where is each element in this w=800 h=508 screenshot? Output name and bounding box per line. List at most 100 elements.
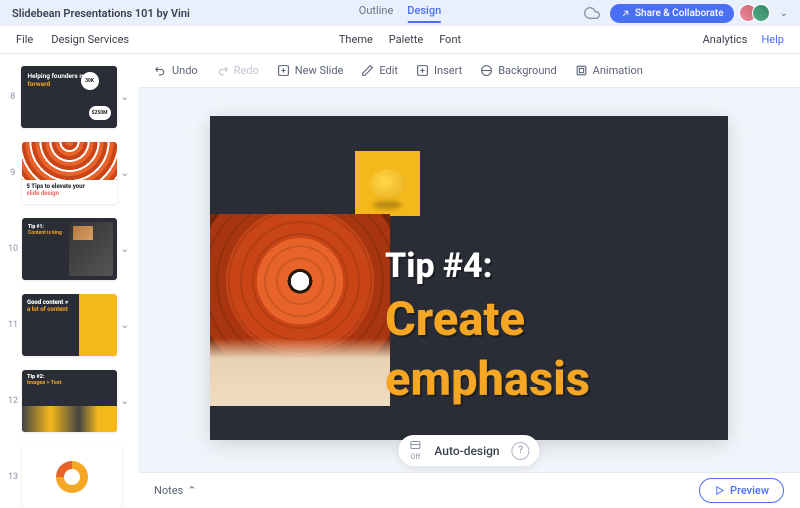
- thumb-image: [22, 142, 117, 180]
- undo-button[interactable]: Undo: [154, 64, 198, 77]
- thumb-text: Good content ≠a lot of content: [22, 294, 79, 356]
- menu-analytics[interactable]: Analytics: [703, 33, 748, 46]
- cloud-sync-icon[interactable]: [584, 5, 600, 21]
- menu-bar: File Design Services Theme Palette Font …: [0, 26, 800, 54]
- menu-file[interactable]: File: [16, 33, 33, 46]
- chevron-down-icon[interactable]: ⌄: [121, 168, 131, 179]
- menu-design-services[interactable]: Design Services: [51, 33, 129, 46]
- slide-thumb-12[interactable]: 12 Tip #2:Images > Text ⌄: [8, 370, 130, 432]
- thumb-chart: [56, 461, 88, 493]
- pencil-icon: [361, 64, 374, 77]
- menu-right-group: Analytics Help: [703, 33, 784, 46]
- slide-text-block[interactable]: Tip #4: Create emphasis: [385, 246, 590, 405]
- notes-label: Notes: [154, 484, 183, 497]
- insert-button[interactable]: Insert: [416, 64, 462, 77]
- menu-help[interactable]: Help: [761, 33, 784, 46]
- tab-design[interactable]: Design: [407, 4, 441, 23]
- collaborator-avatars[interactable]: [744, 4, 770, 22]
- slide-canvas[interactable]: Tip #4: Create emphasis Off Auto-design …: [138, 88, 800, 508]
- animation-button[interactable]: Animation: [575, 64, 643, 77]
- chevron-down-icon[interactable]: ⌄: [121, 396, 130, 407]
- auto-design-toggle[interactable]: Off: [408, 440, 422, 461]
- top-bar: Slidebean Presentations 101 by Vini Outl…: [0, 0, 800, 26]
- slide-thumb-13[interactable]: 13: [8, 446, 130, 508]
- slide-number: 10: [8, 244, 18, 254]
- thumb-image: [22, 406, 117, 432]
- thumb-card: Good content ≠a lot of content: [22, 294, 117, 356]
- layout-icon: [408, 440, 422, 452]
- canvas-area: Undo Redo New Slide Edit Insert Backgrou…: [138, 54, 800, 508]
- menu-palette[interactable]: Palette: [389, 33, 423, 46]
- thumb-badge: $250M: [89, 106, 111, 120]
- editor-toolbar: Undo Redo New Slide Edit Insert Backgrou…: [138, 54, 800, 88]
- tool-label: Redo: [234, 64, 259, 77]
- chevron-down-icon[interactable]: ⌄: [121, 320, 130, 331]
- slide-sidebar[interactable]: 8 Helping founders move forward 30K $250…: [0, 54, 138, 508]
- slide-thumb-10[interactable]: 10 Tip #1:Content is king ⌄: [8, 218, 130, 280]
- help-icon[interactable]: ?: [512, 442, 530, 460]
- slide-image-tunnel[interactable]: [210, 214, 390, 406]
- thumb-card: Tip #2:Images > Text: [22, 370, 117, 432]
- share-icon: [620, 8, 631, 19]
- thumb-card: [22, 446, 122, 508]
- avatar: [752, 4, 770, 22]
- tool-label: Undo: [172, 64, 198, 77]
- slide-number: 9: [8, 168, 18, 178]
- background-icon: [480, 64, 493, 77]
- thumb-text: 5 Tips to elevate yourslide design: [22, 180, 117, 200]
- background-button[interactable]: Background: [480, 64, 556, 77]
- main-area: 8 Helping founders move forward 30K $250…: [0, 54, 800, 508]
- undo-icon: [154, 64, 167, 77]
- menu-left-group: File Design Services: [16, 33, 129, 46]
- share-label: Share & Collaborate: [635, 8, 724, 19]
- edit-button[interactable]: Edit: [361, 64, 398, 77]
- chevron-down-icon[interactable]: ⌄: [121, 244, 130, 255]
- menu-font[interactable]: Font: [439, 33, 461, 46]
- insert-icon: [416, 64, 429, 77]
- animation-icon: [575, 64, 588, 77]
- slide-thumb-9[interactable]: 9 5 Tips to elevate yourslide design ⌄: [8, 142, 130, 204]
- bottom-bar: Notes ⌃ Preview: [138, 472, 800, 508]
- thumb-badge: 30K: [81, 72, 99, 90]
- lemon-image: [370, 169, 406, 199]
- slide-thumb-8[interactable]: 8 Helping founders move forward 30K $250…: [8, 66, 130, 128]
- chevron-down-icon[interactable]: ⌄: [121, 92, 130, 103]
- tool-label: Insert: [434, 64, 462, 77]
- slide-number: 11: [8, 320, 18, 330]
- menu-theme[interactable]: Theme: [339, 33, 373, 46]
- thumb-card: 5 Tips to elevate yourslide design: [22, 142, 117, 204]
- share-button[interactable]: Share & Collaborate: [610, 4, 734, 23]
- auto-design-label[interactable]: Auto-design: [434, 444, 499, 458]
- chevron-up-icon: ⌃: [187, 484, 196, 497]
- tab-outline[interactable]: Outline: [359, 4, 394, 23]
- slide-thumb-11[interactable]: 11 Good content ≠a lot of content ⌄: [8, 294, 130, 356]
- thumb-card: Tip #1:Content is king: [22, 218, 117, 280]
- tool-label: Edit: [379, 64, 398, 77]
- slide-number: 13: [8, 472, 18, 482]
- mode-tabs: Outline Design: [359, 4, 441, 23]
- slide-number: 8: [8, 92, 17, 102]
- plus-square-icon: [277, 64, 290, 77]
- play-icon: [714, 485, 725, 496]
- presentation-title[interactable]: Slidebean Presentations 101 by Vini: [12, 7, 190, 20]
- slide-number: 12: [8, 396, 18, 406]
- tool-label: Background: [498, 64, 556, 77]
- preview-button[interactable]: Preview: [699, 478, 784, 503]
- preview-label: Preview: [730, 484, 769, 497]
- menu-center-group: Theme Palette Font: [339, 33, 461, 46]
- slide-emphasis-line2: emphasis: [385, 354, 590, 406]
- current-slide[interactable]: Tip #4: Create emphasis: [210, 116, 728, 440]
- chevron-down-icon[interactable]: ⌄: [780, 8, 788, 19]
- slide-image-box[interactable]: [355, 151, 420, 216]
- tool-label: Animation: [593, 64, 643, 77]
- thumb-text: Tip #2:Images > Text: [27, 374, 61, 386]
- slide-heading: Tip #4:: [385, 246, 590, 286]
- redo-button[interactable]: Redo: [216, 64, 259, 77]
- tool-label: New Slide: [295, 64, 344, 77]
- slide-emphasis-line1: Create: [385, 294, 590, 346]
- new-slide-button[interactable]: New Slide: [277, 64, 344, 77]
- redo-icon: [216, 64, 229, 77]
- thumb-card: Helping founders move forward 30K $250M: [21, 66, 116, 128]
- auto-design-control: Off Auto-design ?: [398, 435, 539, 466]
- notes-button[interactable]: Notes ⌃: [154, 484, 196, 497]
